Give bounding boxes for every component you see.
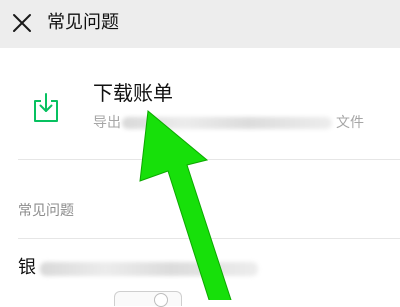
redacted-text: [40, 262, 258, 276]
page-title: 常见问题: [47, 12, 119, 33]
description-prefix: 导出: [93, 115, 121, 131]
faq-section-label: 常见问题: [18, 203, 74, 219]
divider: [18, 238, 400, 239]
download-bill-description: 导出 文件: [93, 113, 383, 133]
divider: [18, 159, 400, 160]
download-bill-title: 下载账单: [93, 81, 173, 105]
download-bill-button[interactable]: [0, 66, 400, 152]
faq-item-text: 银: [18, 257, 36, 278]
partial-icon: [154, 293, 168, 307]
download-icon: [32, 91, 60, 123]
close-button[interactable]: [10, 11, 34, 35]
partial-control[interactable]: [114, 291, 182, 306]
top-navigation-bar: 常见问题: [0, 0, 400, 48]
description-suffix: 文件: [336, 115, 364, 131]
close-icon: [13, 14, 31, 32]
redacted-text: [122, 117, 332, 129]
